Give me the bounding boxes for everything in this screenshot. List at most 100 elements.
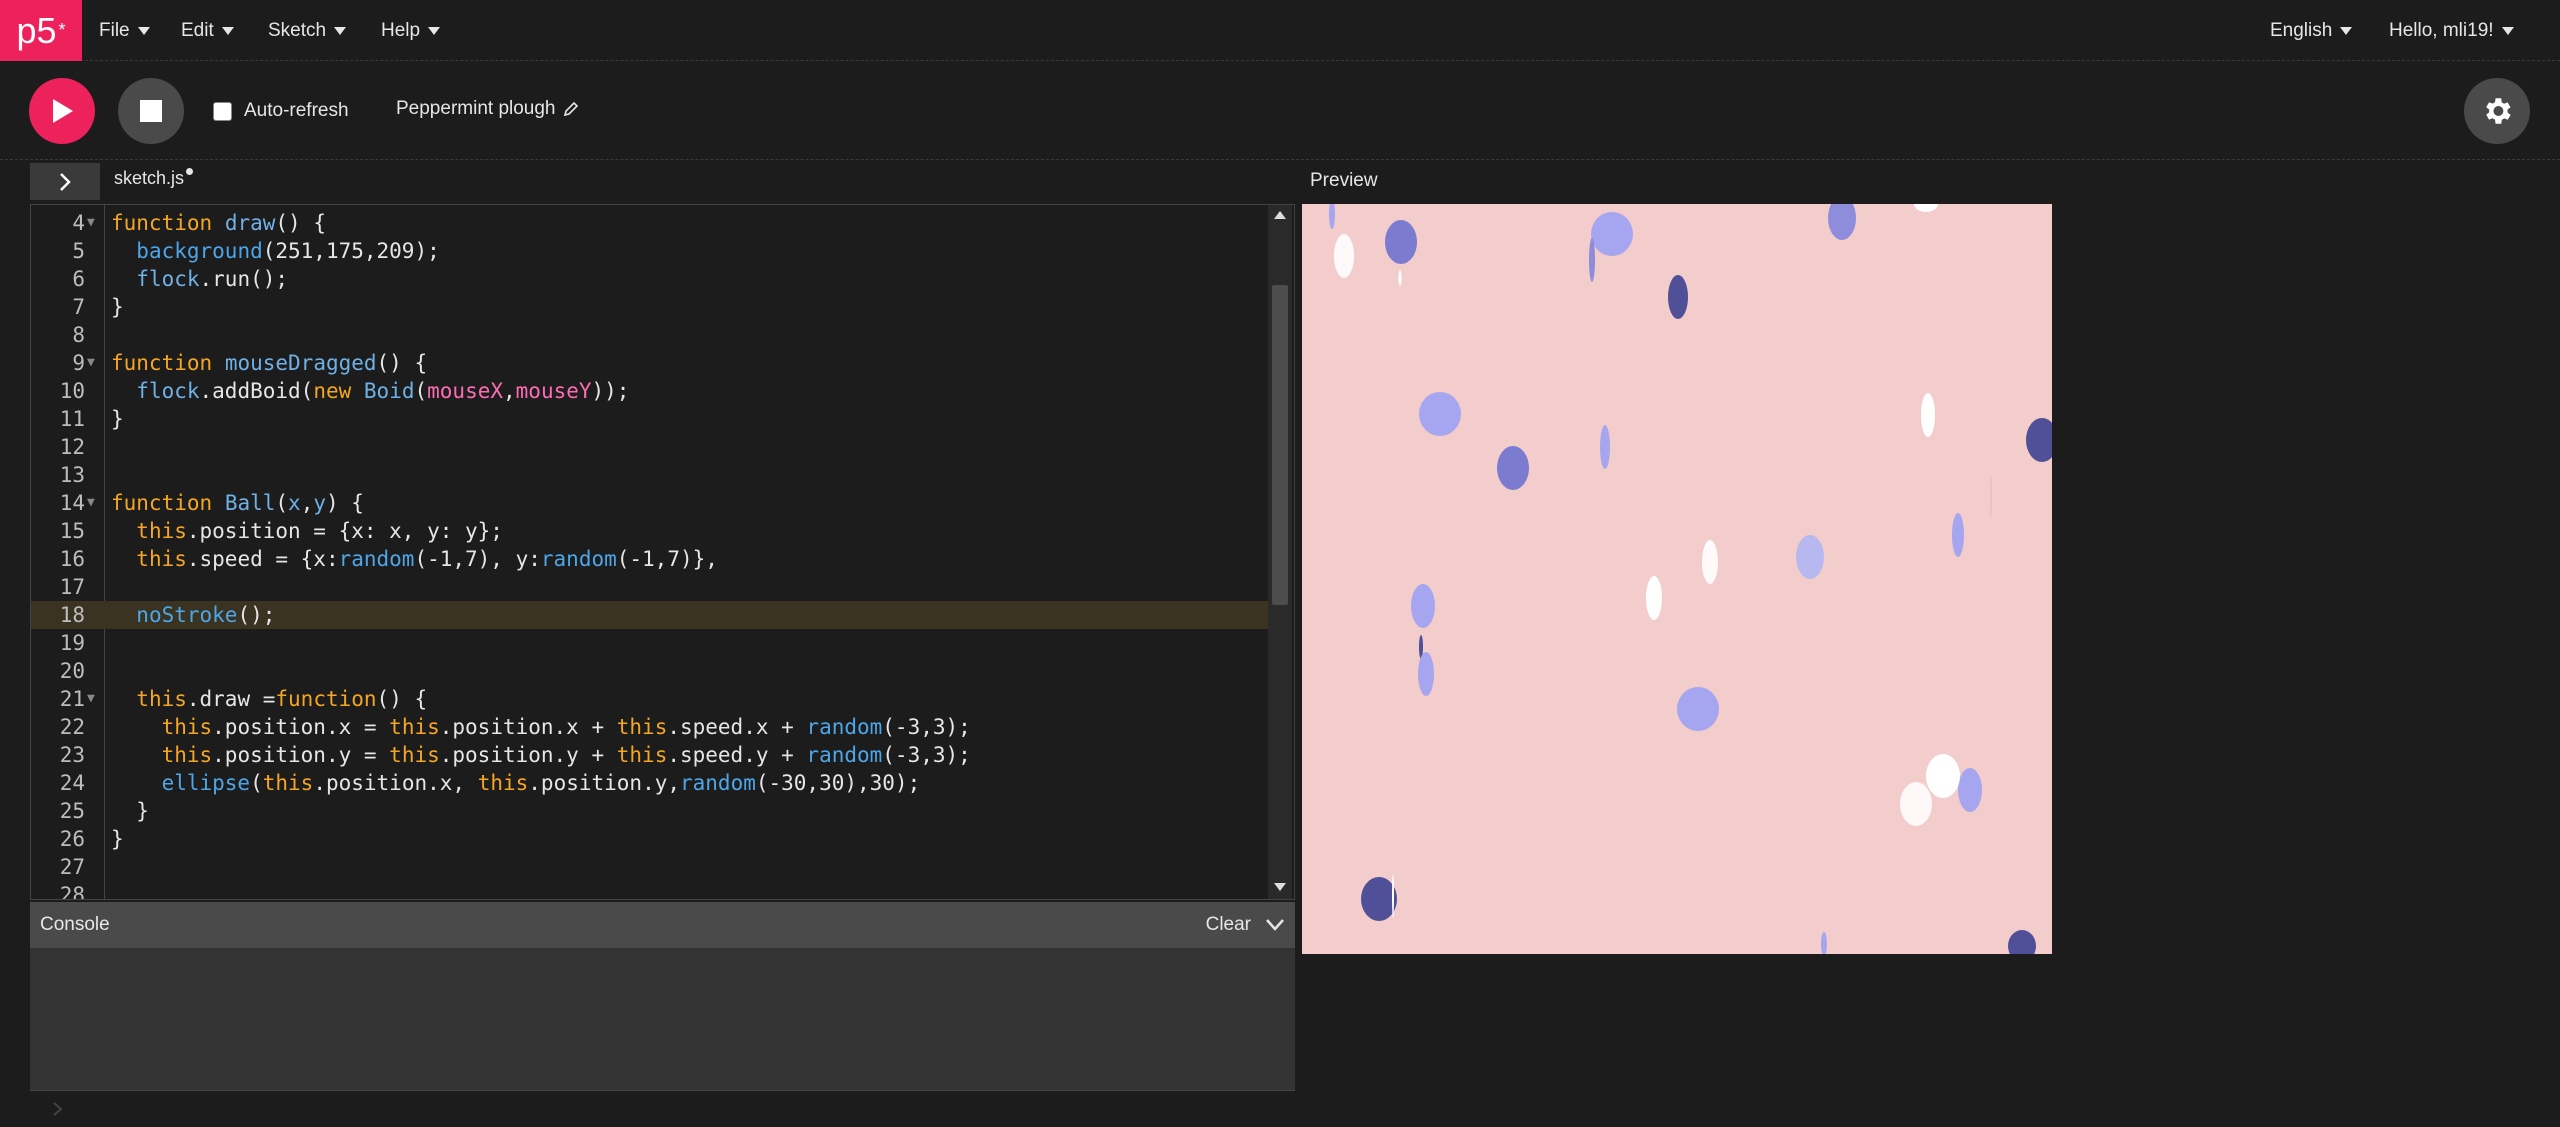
code-text: function draw() { xyxy=(111,211,326,235)
code-line[interactable]: 28 xyxy=(31,881,1271,900)
code-line[interactable]: 22 this.position.x = this.position.x + t… xyxy=(31,713,1271,741)
file-tab[interactable]: sketch.js xyxy=(114,168,194,189)
toolbar xyxy=(0,62,2560,160)
ellipse xyxy=(1591,212,1633,256)
ellipse xyxy=(1600,425,1610,469)
code-text: } xyxy=(111,827,124,851)
line-number: 6 xyxy=(72,267,85,291)
menu-edit[interactable]: Edit xyxy=(181,0,234,61)
code-line[interactable]: 12 xyxy=(31,433,1271,461)
sketch-name[interactable]: Peppermint plough xyxy=(396,98,580,120)
ellipse xyxy=(1677,687,1719,731)
user-menu[interactable]: Hello, mli19! xyxy=(2389,0,2514,61)
chevron-down-icon xyxy=(334,26,347,35)
code-text: flock.addBoid(new Boid(mouseX,mouseY)); xyxy=(136,379,630,403)
ellipse xyxy=(1926,754,1960,798)
ellipse xyxy=(1411,584,1435,628)
line-number: 9 xyxy=(72,351,85,375)
ellipse xyxy=(1589,238,1595,282)
ellipse xyxy=(1796,535,1824,579)
scroll-down-icon[interactable] xyxy=(1274,883,1286,891)
line-number: 18 xyxy=(59,603,85,627)
code-line[interactable]: 17 xyxy=(31,573,1271,601)
line-number: 17 xyxy=(59,575,85,599)
line-number: 21 xyxy=(59,687,85,711)
menu-help[interactable]: Help xyxy=(381,0,441,61)
code-line[interactable]: 9 ▼ function mouseDragged() { xyxy=(31,349,1271,377)
unsaved-dot-icon xyxy=(186,168,194,175)
code-line[interactable]: 4 ▼ function draw() { xyxy=(31,209,1271,237)
code-line[interactable]: 18 noStroke(); xyxy=(31,601,1271,629)
code-line[interactable]: 6 flock.run(); xyxy=(31,265,1271,293)
ellipse xyxy=(1702,540,1718,584)
fold-arrow-icon[interactable]: ▼ xyxy=(87,489,95,517)
code-line[interactable]: 21 ▼ this.draw =function() { xyxy=(31,685,1271,713)
line-number: 28 xyxy=(59,883,85,900)
line-number: 15 xyxy=(59,519,85,543)
console-clear-button[interactable]: Clear xyxy=(1206,914,1251,936)
p5-logo[interactable]: p5 * xyxy=(0,0,82,61)
fold-arrow-icon[interactable]: ▼ xyxy=(87,685,95,713)
code-text: this.position.x = this.position.x + this… xyxy=(161,715,971,739)
code-line[interactable]: 19 xyxy=(31,629,1271,657)
code-line[interactable]: 16 this.speed = {x:random(-1,7), y:rando… xyxy=(31,545,1271,573)
code-text: function mouseDragged() { xyxy=(111,351,428,375)
stop-button[interactable] xyxy=(118,78,184,144)
ellipse xyxy=(1497,446,1529,490)
ellipse xyxy=(1952,513,1964,557)
line-number: 13 xyxy=(59,463,85,487)
menu-file[interactable]: File xyxy=(99,0,150,61)
console-title: Console xyxy=(40,914,110,935)
pencil-icon[interactable] xyxy=(562,100,580,118)
stop-icon xyxy=(140,100,162,122)
line-number: 25 xyxy=(59,799,85,823)
code-text: this.draw =function() { xyxy=(136,687,428,711)
code-line[interactable]: 15 this.position = {x: x, y: y}; xyxy=(31,517,1271,545)
scroll-up-icon[interactable] xyxy=(1274,211,1286,219)
code-text: flock.run(); xyxy=(136,267,289,291)
code-text: this.speed = {x:random(-1,7), y:random(-… xyxy=(136,547,718,571)
auto-refresh-toggle[interactable]: Auto-refresh xyxy=(213,100,349,122)
menu-sketch[interactable]: Sketch xyxy=(268,0,347,61)
code-line[interactable]: 26} xyxy=(31,825,1271,853)
language-menu[interactable]: English xyxy=(2270,0,2353,61)
code-line[interactable]: 25 } xyxy=(31,797,1271,825)
console-input[interactable] xyxy=(30,1090,1295,1127)
sidebar-toggle-button[interactable] xyxy=(30,163,100,200)
chevron-down-icon xyxy=(221,26,234,35)
code-line[interactable]: 7} xyxy=(31,293,1271,321)
code-line[interactable]: 10 flock.addBoid(new Boid(mouseX,mouseY)… xyxy=(31,377,1271,405)
code-line[interactable]: 11} xyxy=(31,405,1271,433)
play-button[interactable] xyxy=(29,78,95,144)
fold-arrow-icon[interactable]: ▼ xyxy=(87,209,95,237)
ellipse xyxy=(1900,782,1932,826)
line-number: 16 xyxy=(59,547,85,571)
code-line[interactable]: 24 ellipse(this.position.x, this.positio… xyxy=(31,769,1271,797)
collapse-console-icon[interactable] xyxy=(1265,918,1285,932)
chevron-down-icon xyxy=(2340,26,2353,35)
code-line[interactable]: 20 xyxy=(31,657,1271,685)
code-line[interactable]: 14 ▼ function Ball(x,y) { xyxy=(31,489,1271,517)
code-line[interactable]: 8 xyxy=(31,321,1271,349)
code-editor[interactable]: 4 ▼ function draw() {5 background(251,175,… xyxy=(30,204,1295,900)
line-number: 12 xyxy=(59,435,85,459)
settings-button[interactable] xyxy=(2464,78,2530,144)
preview-label: Preview xyxy=(1310,170,1378,191)
code-line[interactable]: 5 background(251,175,209); xyxy=(31,237,1271,265)
code-line[interactable]: 23 this.position.y = this.position.y + t… xyxy=(31,741,1271,769)
line-number: 14 xyxy=(59,491,85,515)
auto-refresh-checkbox[interactable] xyxy=(213,101,232,121)
code-text: this.position = {x: x, y: y}; xyxy=(136,519,503,543)
editor-scrollbar-thumb[interactable] xyxy=(1272,285,1288,605)
code-line[interactable]: 13 xyxy=(31,461,1271,489)
code-line[interactable]: 27 xyxy=(31,853,1271,881)
preview-canvas[interactable] xyxy=(1302,204,2052,954)
fold-arrow-icon[interactable]: ▼ xyxy=(87,349,95,377)
ellipse xyxy=(1419,392,1461,436)
line-number: 19 xyxy=(59,631,85,655)
line-number: 20 xyxy=(59,659,85,683)
code-text: } xyxy=(111,799,149,823)
chevron-down-icon xyxy=(2501,26,2514,35)
ellipse xyxy=(1385,220,1417,264)
play-icon xyxy=(53,99,73,123)
